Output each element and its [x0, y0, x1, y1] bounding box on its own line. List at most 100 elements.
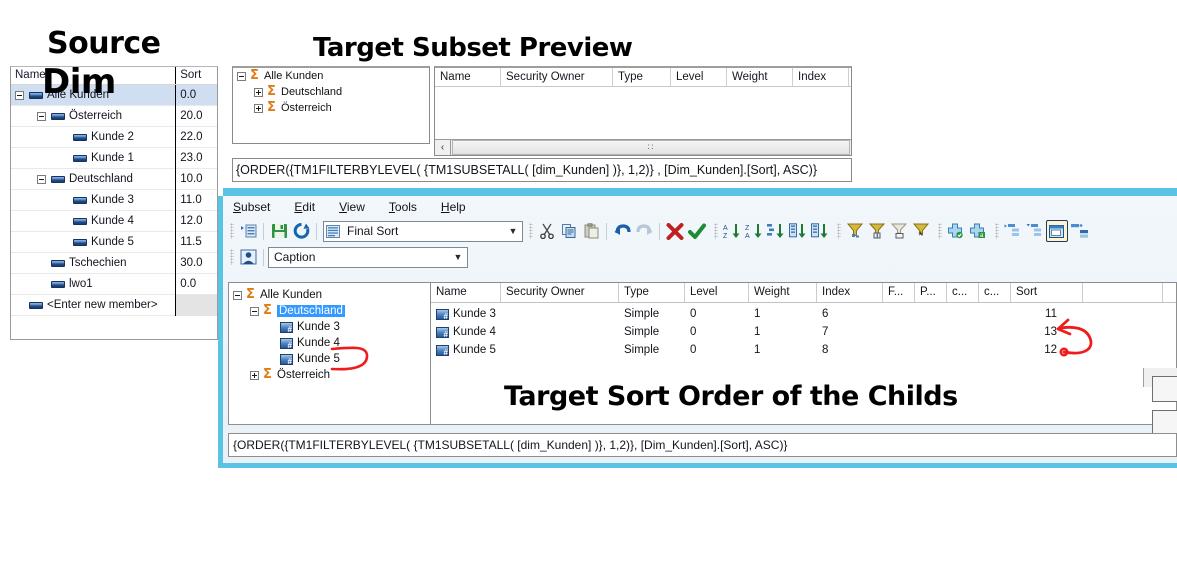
subset-name-combo[interactable]: Final Sort ▼ [323, 220, 523, 242]
cell-index[interactable]: 8 [817, 344, 883, 356]
tree-node[interactable]: Σ Alle Kunden [233, 68, 429, 84]
paste-icon[interactable] [580, 220, 602, 242]
source-row-sort-cell[interactable]: 22.0 [175, 126, 217, 148]
toggle-mdx-view-icon[interactable] [1046, 220, 1068, 242]
col-type[interactable]: Type [619, 283, 685, 302]
chevron-down-icon[interactable]: ▼ [504, 222, 522, 241]
cell-level[interactable]: 0 [685, 308, 749, 320]
cut-icon[interactable] [536, 220, 558, 242]
source-row[interactable]: lwo1 0.0 [11, 273, 217, 295]
col-sort[interactable]: Sort [1011, 283, 1083, 302]
subset-list-icon[interactable] [237, 220, 259, 242]
col-f[interactable]: F... [883, 283, 915, 302]
confirm-green-check-icon[interactable] [686, 220, 708, 242]
source-row[interactable]: Kunde 3 11.0 [11, 189, 217, 211]
collapse-minus-icon[interactable] [37, 111, 46, 121]
window-title-bar[interactable] [223, 188, 1177, 196]
cell-type[interactable]: Simple [619, 344, 685, 356]
collapse-minus-icon[interactable] [15, 90, 24, 100]
preview-col-level[interactable]: Level [671, 68, 727, 86]
col-security-owner[interactable]: Security Owner [501, 283, 619, 302]
preview-col-weight[interactable]: Weight [727, 68, 793, 86]
col-c1[interactable]: c... [947, 283, 979, 302]
source-row-name-cell[interactable]: Tschechien [11, 253, 175, 274]
expand-plus-icon[interactable] [254, 103, 263, 113]
expand-node-icon[interactable] [1002, 220, 1024, 242]
source-row[interactable]: Österreich 20.0 [11, 105, 217, 127]
tree-node[interactable]: Σ Österreich [233, 100, 429, 116]
source-dimension-grid[interactable]: Name Sort Alle Kunden 0.0 Österreich 20.0 Ku… [10, 66, 218, 340]
source-row-name-cell[interactable]: Kunde 5 [11, 232, 175, 253]
sort-by-index-descending-icon[interactable] [809, 220, 831, 242]
right-dock-panel[interactable] [1143, 368, 1177, 436]
preview-members-grid[interactable]: Name Security Owner Type Level Weight In… [434, 66, 852, 156]
source-row[interactable]: Kunde 1 23.0 [11, 147, 217, 169]
preview-horizontal-scrollbar[interactable]: ‹ ∷ [435, 139, 851, 155]
preview-tree-panel[interactable]: Σ Alle Kunden Σ Deutschland Σ Österreich [232, 66, 430, 144]
menu-item-edit[interactable]: Edit [292, 198, 317, 216]
source-row[interactable]: Tschechien 30.0 [11, 252, 217, 274]
tree-node[interactable]: Σ Deutschland [229, 303, 430, 319]
menu-item-view[interactable]: View [337, 198, 367, 216]
filter-by-expression-icon[interactable] [888, 220, 910, 242]
cell-name[interactable]: Kunde 3 [431, 308, 501, 320]
toolbar-grip-6[interactable] [995, 223, 999, 239]
cell-level[interactable]: 0 [685, 326, 749, 338]
sort-by-index-ascending-icon[interactable] [787, 220, 809, 242]
scrollbar-thumb[interactable]: ∷ [452, 140, 850, 155]
sort-ascending-az-icon[interactable]: A Z [721, 220, 743, 242]
source-row[interactable]: Kunde 2 22.0 [11, 126, 217, 148]
source-row-sort-cell[interactable]: 0.0 [175, 84, 217, 106]
source-row-name-cell[interactable]: Österreich [11, 106, 175, 127]
preview-col-index[interactable]: Index [793, 68, 849, 86]
expand-plus-icon[interactable] [254, 87, 263, 97]
refresh-icon[interactable] [290, 220, 312, 242]
save-icon[interactable] [268, 220, 290, 242]
toolbar-grip-2[interactable] [529, 223, 533, 239]
preview-col-security-owner[interactable]: Security Owner [501, 68, 613, 86]
source-row[interactable]: Kunde 4 12.0 [11, 210, 217, 232]
source-row-sort-cell[interactable]: 20.0 [175, 105, 217, 127]
source-column-header-sort[interactable]: Sort [175, 67, 217, 84]
preview-mdx-expression[interactable]: {ORDER({TM1FILTERBYLEVEL( {TM1SUBSETALL(… [232, 158, 852, 182]
toolbar-grip-1[interactable] [230, 223, 234, 239]
col-level[interactable]: Level [685, 283, 749, 302]
cell-level[interactable]: 0 [685, 344, 749, 356]
keep-members-icon[interactable] [1068, 220, 1090, 242]
source-row-sort-cell[interactable]: 11.5 [175, 231, 217, 253]
source-row-sort-cell[interactable]: 0.0 [175, 273, 217, 295]
collapse-minus-icon[interactable] [37, 174, 46, 184]
cell-type[interactable]: Simple [619, 308, 685, 320]
source-row-name-cell[interactable]: Kunde 3 [11, 190, 175, 211]
tree-node[interactable]: Σ Deutschland [233, 84, 429, 100]
collapse-minus-icon[interactable] [237, 71, 246, 81]
source-row-sort-cell[interactable]: 30.0 [175, 252, 217, 274]
col-weight[interactable]: Weight [749, 283, 817, 302]
col-filler[interactable] [1083, 283, 1163, 302]
chevron-down-icon[interactable]: ▼ [449, 248, 467, 267]
menu-item-tools[interactable]: Tools [387, 198, 419, 216]
toolbar-grip-5[interactable] [938, 223, 942, 239]
source-row-name-cell[interactable]: Kunde 4 [11, 211, 175, 232]
insert-child-icon[interactable] [945, 220, 967, 242]
source-row-sort-cell[interactable]: 11.0 [175, 189, 217, 211]
filter-by-attribute-icon[interactable] [866, 220, 888, 242]
cell-name[interactable]: Kunde 5 [431, 344, 501, 356]
copy-icon[interactable] [558, 220, 580, 242]
tree-node[interactable]: Kunde 3 [229, 319, 430, 335]
source-row-sort-cell[interactable]: 12.0 [175, 210, 217, 232]
preview-col-name[interactable]: Name [435, 68, 501, 86]
expand-plus-icon[interactable] [250, 370, 259, 380]
source-row-name-cell[interactable]: Kunde 1 [11, 148, 175, 169]
menu-item-help[interactable]: Help [439, 198, 468, 216]
alias-user-icon[interactable] [237, 246, 259, 268]
source-row[interactable]: Deutschland 10.0 [11, 168, 217, 190]
alias-combo[interactable]: Caption ▼ [268, 246, 468, 268]
source-row-name-cell[interactable]: Deutschland [11, 169, 175, 190]
collapse-minus-icon[interactable] [250, 306, 259, 316]
source-row-sort-cell[interactable]: 23.0 [175, 147, 217, 169]
source-row-sort-cell[interactable]: 10.0 [175, 168, 217, 190]
col-p[interactable]: P... [915, 283, 947, 302]
col-name[interactable]: Name [431, 283, 501, 302]
cell-index[interactable]: 7 [817, 326, 883, 338]
